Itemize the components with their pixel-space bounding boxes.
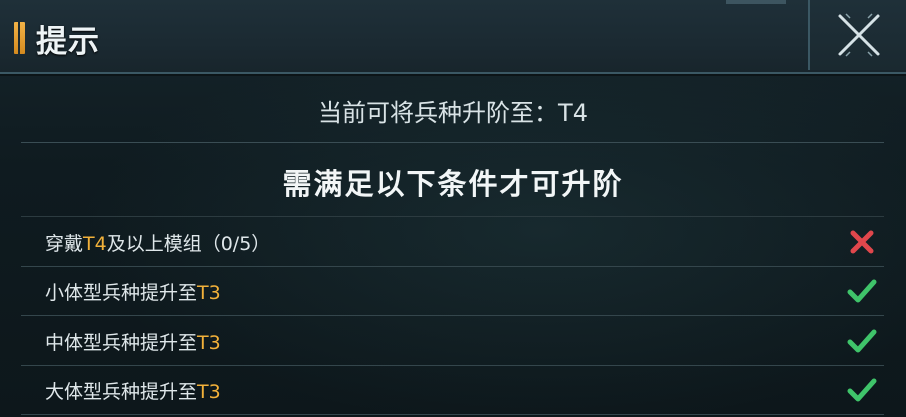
decorative-notch — [726, 0, 786, 4]
divider — [21, 142, 884, 143]
current-upgrade-info: 当前可将兵种升阶至：T4 — [318, 99, 588, 127]
close-icon — [838, 13, 880, 57]
condition-row: 穿戴T4及以上模组（0/5） — [21, 217, 884, 267]
condition-text: 中体型兵种提升至T3 — [45, 328, 221, 355]
condition-prefix: 中体型兵种提升至 — [45, 332, 198, 354]
requirements-title: 需满足以下条件才可升阶 — [282, 167, 624, 201]
dialog-title: 提示 — [36, 24, 100, 60]
condition-prefix: 小体型兵种提升至 — [45, 282, 198, 304]
condition-text: 穿戴T4及以上模组（0/5） — [45, 229, 270, 256]
check-icon — [847, 378, 877, 402]
condition-text: 大体型兵种提升至T3 — [45, 377, 221, 404]
condition-row: 小体型兵种提升至T3 — [21, 266, 884, 316]
condition-row: 中体型兵种提升至T3 — [21, 316, 884, 366]
condition-tier-highlight: T3 — [197, 282, 221, 304]
condition-tier-highlight: T3 — [197, 332, 221, 354]
condition-text: 小体型兵种提升至T3 — [45, 278, 221, 305]
title-bar: 提示 — [0, 0, 906, 74]
condition-suffix: 及以上模组（0/5） — [106, 233, 271, 255]
condition-tier-highlight: T3 — [197, 381, 221, 403]
condition-prefix: 大体型兵种提升至 — [45, 381, 198, 403]
condition-row: 大体型兵种提升至T3 — [21, 365, 884, 415]
condition-prefix: 穿戴 — [45, 233, 84, 255]
check-icon — [847, 329, 877, 353]
title-accent-bar — [14, 22, 25, 54]
check-icon — [847, 279, 877, 303]
condition-tier-highlight: T4 — [83, 233, 107, 255]
close-button[interactable] — [808, 0, 906, 70]
upgrade-tip-dialog: 提示 当前可将兵种升阶至：T4 需满足以下条件才可升阶 穿戴T4及以上模组（0/… — [0, 0, 906, 417]
cross-icon — [850, 230, 874, 254]
